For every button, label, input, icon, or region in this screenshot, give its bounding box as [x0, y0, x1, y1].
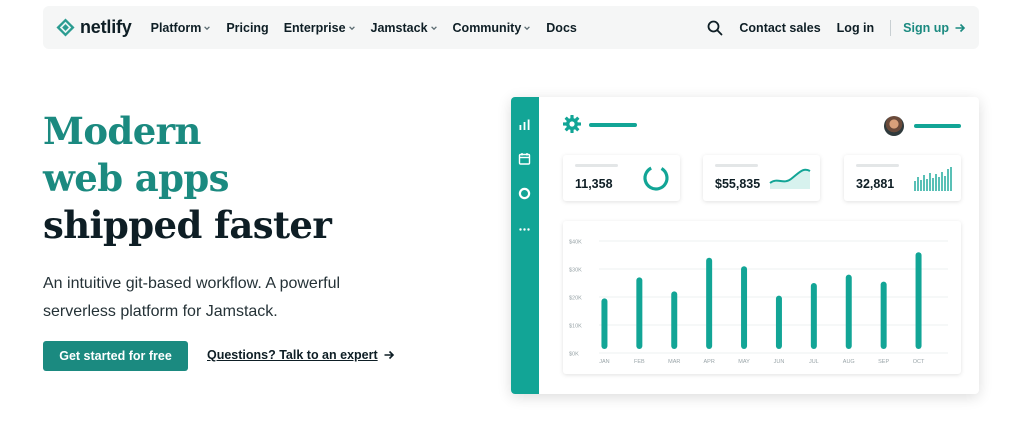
chevron-down-icon: [524, 25, 531, 30]
stat-card: 32,881: [844, 155, 961, 201]
stat-value: $55,835: [715, 177, 761, 191]
search-icon[interactable]: [707, 20, 723, 36]
nav-item-label: Community: [452, 20, 522, 35]
x-tick-label: JAN: [599, 359, 609, 365]
x-tick-label: FEB: [634, 359, 645, 365]
dashboard-illustration: 11,358 $55,835 32,881 $0K $10K $20K $30K $40…: [511, 97, 979, 394]
signup-link[interactable]: Sign up: [903, 21, 966, 35]
nav-item-jamstack[interactable]: Jamstack: [371, 21, 438, 35]
nav-item-pricing[interactable]: Pricing: [226, 21, 268, 35]
x-tick-label: OCT: [913, 359, 925, 365]
chart-bar: [706, 257, 713, 349]
x-tick-label: AUG: [843, 359, 855, 365]
y-tick-label: $20K: [569, 296, 582, 302]
ring-chart-icon: [643, 165, 669, 191]
nav-item-community[interactable]: Community: [453, 21, 532, 35]
nav-divider: [890, 19, 892, 36]
nav-item-label: Enterprise: [283, 20, 346, 35]
y-tick-label: $40K: [569, 240, 582, 246]
stat-label-placeholder: [715, 164, 758, 167]
nav-actions: Contact sales Log in Sign up: [707, 19, 979, 36]
sparkbar-chart-icon: [914, 167, 952, 191]
main-menu: Platform Pricing Enterprise Jamstack Com…: [151, 21, 592, 35]
logo[interactable]: netlify: [56, 17, 132, 38]
nav-item-platform[interactable]: Platform: [151, 21, 212, 35]
arrow-right-icon: [384, 350, 394, 360]
stat-value: 32,881: [856, 177, 895, 191]
y-tick-label: $0K: [569, 352, 579, 358]
y-tick-label: $30K: [569, 268, 582, 274]
logo-text: netlify: [80, 17, 132, 37]
username-placeholder: [914, 124, 961, 128]
hero-title-line: Modern: [43, 109, 201, 153]
wave-chart-icon: [769, 168, 811, 189]
chevron-down-icon: [430, 25, 437, 30]
x-tick-label: MAY: [738, 359, 750, 365]
contact-sales-link[interactable]: Contact sales: [739, 21, 820, 35]
chart-bar: [915, 252, 922, 349]
chart-bar: [810, 283, 817, 349]
chart-bar: [741, 266, 748, 349]
stat-card: $55,835: [703, 155, 820, 201]
chart-bar: [671, 291, 678, 349]
revenue-chart-card: $0K $10K $20K $30K $40K JAN FEB MAR APR MAY JUN JUL…: [563, 221, 961, 374]
login-link[interactable]: Log in: [837, 21, 875, 35]
hero-title: Modern web apps shipped faster: [43, 108, 332, 249]
lifebuoy-icon: [518, 187, 531, 200]
get-started-button[interactable]: Get started for free: [43, 341, 188, 371]
stat-value: 11,358: [575, 177, 613, 191]
nav-item-label: Jamstack: [370, 20, 428, 35]
hero-subtitle: An intuitive git-based workflow. A power…: [43, 275, 341, 320]
more-icon: [519, 228, 530, 231]
chevron-down-icon: [204, 25, 211, 30]
y-tick-label: $10K: [569, 324, 582, 330]
talk-to-expert-label: Questions? Talk to an expert: [207, 348, 378, 362]
bar-chart: $0K $10K $20K $30K $40K JAN FEB MAR APR MAY JUN JUL…: [569, 240, 948, 365]
stat-label-placeholder: [856, 164, 899, 167]
bar-chart-icon: [519, 119, 530, 130]
chevron-down-icon: [348, 25, 355, 30]
x-tick-label: SEP: [878, 359, 889, 365]
talk-to-expert-link[interactable]: Questions? Talk to an expert: [207, 348, 395, 362]
nav-item-label: Platform: [150, 20, 202, 35]
nav-item-enterprise[interactable]: Enterprise: [284, 21, 356, 35]
nav-item-label: Pricing: [226, 20, 269, 35]
chart-bar: [636, 277, 643, 349]
chart-bar: [775, 295, 782, 349]
top-nav: netlify Platform Pricing Enterprise Jams…: [43, 6, 979, 49]
x-tick-label: APR: [703, 359, 714, 365]
gear-icon: [563, 115, 581, 133]
nav-item-docs[interactable]: Docs: [546, 21, 577, 35]
arrow-right-icon: [955, 23, 966, 32]
x-tick-label: JUN: [774, 359, 785, 365]
dashboard-title-placeholder: [589, 123, 637, 127]
avatar: [884, 116, 904, 136]
stat-card: 11,358: [563, 155, 680, 201]
chart-bar: [880, 281, 887, 349]
x-tick-label: JUL: [809, 359, 819, 365]
calendar-icon: [518, 153, 531, 165]
stat-label-placeholder: [575, 164, 618, 167]
x-tick-label: MAR: [668, 359, 680, 365]
dashboard-sidebar: [511, 97, 539, 394]
nav-item-label: Docs: [546, 20, 577, 35]
signup-label: Sign up: [903, 20, 949, 35]
hero-title-line: shipped faster: [43, 203, 332, 247]
netlify-logo-icon: [56, 18, 75, 37]
chart-bar: [845, 274, 852, 349]
chart-bar: [601, 298, 608, 349]
hero-title-line: web apps: [43, 156, 230, 200]
